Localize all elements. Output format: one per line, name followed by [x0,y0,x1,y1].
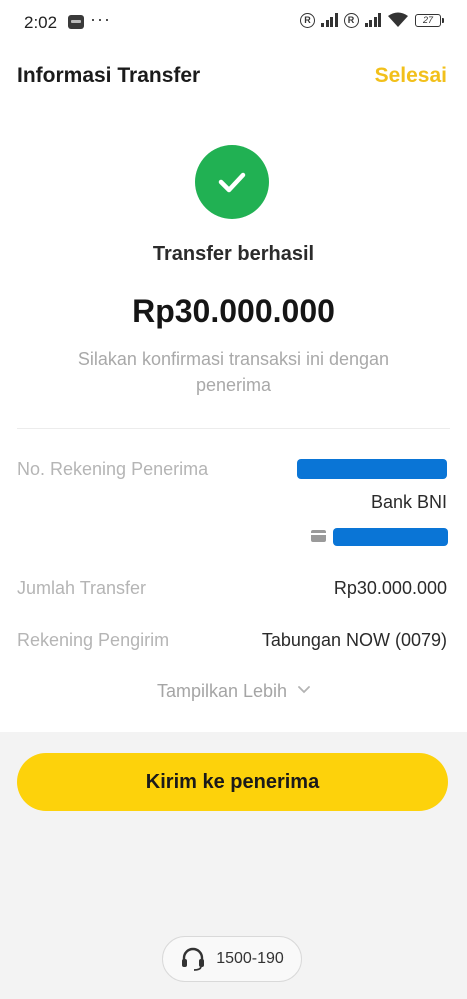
success-check-icon [195,145,269,219]
status-icons: R R 27 [300,12,444,28]
headset-icon [182,947,205,971]
recipient-bank: Bank BNI [370,492,447,512]
confirmation-message: Silakan konfirmasi transaksi ini dengan … [77,349,390,395]
wifi-icon [388,12,408,27]
sender-account-label: Rekening Pengirim [17,630,170,650]
transfer-amount: Rp30.000.000 [132,293,335,329]
show-more-link[interactable]: Tampilkan Lebih [0,681,467,702]
signal-icon-2 [364,13,381,27]
registered-icon-2: R [343,12,359,28]
sender-account-value: Tabungan NOW (0079) [261,630,447,650]
send-to-recipient-button[interactable]: Kirim ke penerima [17,753,448,811]
done-button[interactable]: Selesai [375,64,447,88]
transfer-status-title: Transfer berhasil [152,243,315,265]
registered-icon: R [300,12,315,28]
show-more-label: Tampilkan Lebih [156,681,288,701]
recipient-account-label: No. Rekening Penerima [17,459,209,479]
battery-icon: 27 [415,13,444,27]
signal-icon [321,13,338,27]
redacted-account-number [333,528,448,546]
transfer-amount-value: Rp30.000.000 [333,578,447,598]
card-icon [311,530,326,542]
transfer-amount-label: Jumlah Transfer [17,578,147,598]
help-number: 1500-190 [216,950,284,967]
more-notifications-icon: ··· [90,9,111,29]
notification-app-icon [68,15,84,29]
call-center-button[interactable]: 1500-190 [162,936,302,982]
status-bar: 2:02 ··· R R 27 [0,0,467,44]
status-time: 2:02 [24,13,58,32]
divider [17,428,450,429]
redacted-recipient-name [297,459,447,479]
chevron-down-icon [298,686,310,694]
page-title: Informasi Transfer [17,64,201,87]
